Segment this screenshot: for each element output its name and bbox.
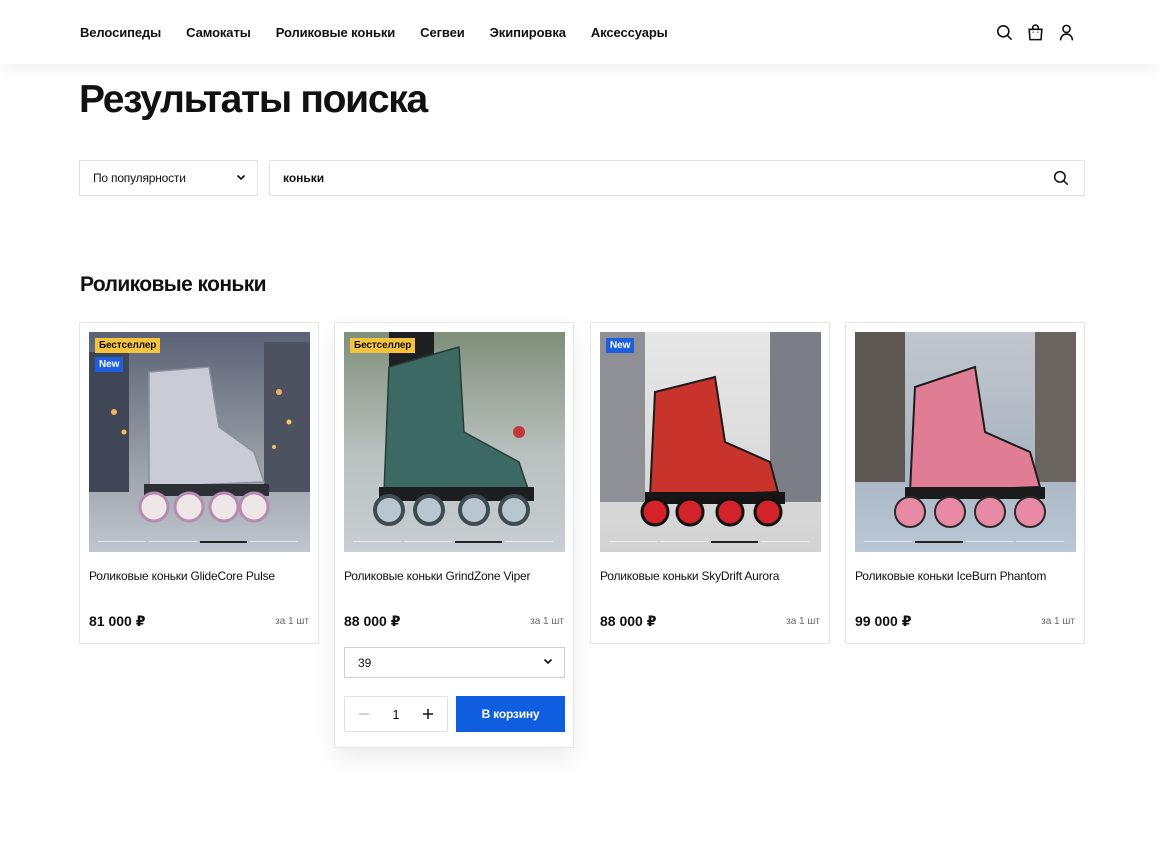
badge-new: New: [95, 357, 124, 372]
product-name[interactable]: Роликовые коньки IceBurn Phantom: [855, 569, 1077, 583]
product-photo: [344, 332, 565, 552]
product-name[interactable]: Роликовые коньки GrindZone Viper: [344, 569, 566, 583]
site-header: Велосипеды Самокаты Роликовые коньки Сег…: [0, 0, 1160, 64]
quantity-stepper: 1: [344, 696, 448, 732]
search-icon[interactable]: [992, 20, 1016, 44]
product-image[interactable]: Бестселлер: [344, 332, 565, 552]
slider-dot[interactable]: [965, 541, 1014, 542]
slider-dot[interactable]: [250, 541, 298, 542]
size-select[interactable]: 39: [344, 647, 565, 678]
slider-dot[interactable]: [864, 541, 912, 542]
nav-item-bicycles[interactable]: Велосипеды: [80, 25, 161, 40]
section-title: Роликовые коньки: [80, 273, 267, 296]
product-name[interactable]: Роликовые коньки SkyDrift Aurora: [600, 569, 822, 583]
search-box: [269, 160, 1085, 196]
sort-select-label: По популярности: [93, 171, 186, 185]
slider-dot[interactable]: [761, 541, 809, 542]
product-price: 88 000 ₽: [344, 613, 401, 629]
slider-dot-active[interactable]: [710, 541, 759, 543]
nav-item-segways[interactable]: Сегвеи: [420, 25, 465, 40]
quantity-value[interactable]: 1: [392, 707, 399, 722]
product-unit: за 1 шт: [786, 616, 820, 627]
badges: New: [606, 338, 635, 357]
slider-dot-active[interactable]: [199, 541, 248, 543]
product-price: 99 000 ₽: [855, 613, 912, 629]
product-unit: за 1 шт: [275, 616, 309, 627]
slider-dot-active[interactable]: [914, 541, 963, 543]
product-unit: за 1 шт: [1041, 616, 1075, 627]
add-to-cart-button[interactable]: В корзину: [456, 696, 565, 732]
slider-dot[interactable]: [148, 541, 197, 542]
product-name[interactable]: Роликовые коньки GlideCore Pulse: [89, 569, 311, 583]
badges: Бестселлер: [350, 338, 416, 357]
image-slider-dots: [353, 541, 556, 543]
product-image[interactable]: New: [600, 332, 821, 552]
badge-bestseller: Бестселлер: [350, 338, 416, 353]
product-unit: за 1 шт: [530, 616, 564, 627]
minus-icon[interactable]: [354, 704, 374, 724]
image-slider-dots: [98, 541, 301, 543]
product-image[interactable]: Бестселлер New: [89, 332, 310, 552]
page-title: Результаты поиска: [79, 78, 428, 121]
badge-bestseller: Бестселлер: [95, 338, 161, 353]
search-input[interactable]: [283, 171, 1050, 185]
nav-item-scooters[interactable]: Самокаты: [186, 25, 251, 40]
chevron-down-icon: [235, 171, 247, 186]
main-nav: Велосипеды Самокаты Роликовые коньки Сег…: [80, 0, 693, 64]
slider-dot[interactable]: [353, 541, 401, 542]
user-icon[interactable]: [1054, 20, 1078, 44]
size-select-value: 39: [358, 655, 372, 670]
slider-dot[interactable]: [98, 541, 146, 542]
image-slider-dots: [609, 541, 812, 543]
nav-item-equipment[interactable]: Экипировка: [490, 25, 566, 40]
search-submit-icon[interactable]: [1050, 167, 1072, 189]
product-photo: [855, 332, 1076, 552]
nav-item-roller-skates[interactable]: Роликовые коньки: [276, 25, 396, 40]
product-image[interactable]: [855, 332, 1076, 552]
product-photo: [600, 332, 821, 552]
chevron-down-icon: [542, 655, 554, 670]
product-card[interactable]: Бестселлер New Роликовые коньки GlideCor…: [79, 322, 319, 644]
badges: Бестселлер New: [95, 338, 161, 376]
nav-item-accessories[interactable]: Аксессуары: [591, 25, 668, 40]
product-price: 81 000 ₽: [89, 613, 146, 629]
slider-dot[interactable]: [505, 541, 553, 542]
product-card[interactable]: New Роликовые коньки SkyDrift Aurora 88 …: [590, 322, 830, 644]
badge-new: New: [606, 338, 635, 353]
slider-dot[interactable]: [1016, 541, 1064, 542]
slider-dot[interactable]: [403, 541, 452, 542]
image-slider-dots: [864, 541, 1067, 543]
plus-icon[interactable]: [418, 704, 438, 724]
product-price: 88 000 ₽: [600, 613, 657, 629]
product-card[interactable]: Роликовые коньки IceBurn Phantom 99 000 …: [845, 322, 1085, 644]
slider-dot[interactable]: [659, 541, 708, 542]
slider-dot-active[interactable]: [454, 541, 503, 543]
product-card-active[interactable]: Бестселлер Роликовые коньки GrindZone Vi…: [334, 322, 574, 748]
bag-icon[interactable]: [1023, 20, 1047, 44]
sort-select[interactable]: По популярности: [79, 160, 258, 196]
slider-dot[interactable]: [609, 541, 657, 542]
header-actions: [985, 20, 1078, 44]
